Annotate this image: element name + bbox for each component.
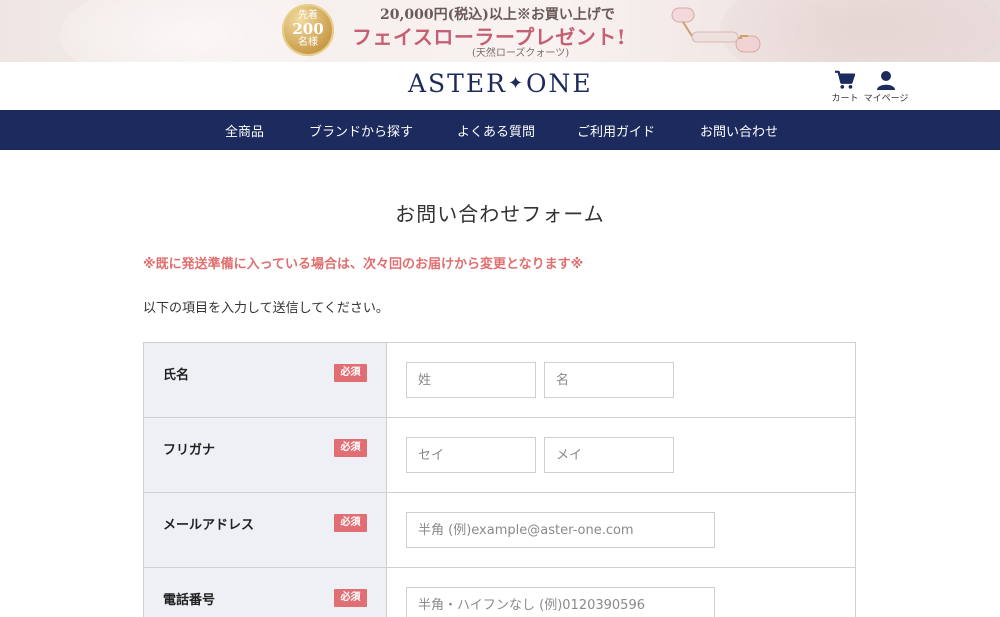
first-name-kana-input[interactable] bbox=[544, 437, 674, 473]
name-label: 氏名 bbox=[163, 368, 190, 383]
site-header: ASTER✦ONE カート マイページ bbox=[0, 62, 1000, 110]
required-badge: 必須 bbox=[334, 514, 367, 532]
form-row-email: メールアドレス 必須 bbox=[144, 493, 855, 568]
nav-item-faq[interactable]: よくある質問 bbox=[457, 121, 535, 140]
user-icon bbox=[877, 71, 895, 90]
phone-input[interactable] bbox=[406, 587, 715, 617]
email-label: メールアドレス bbox=[163, 518, 255, 533]
promo-subtext: (天然ローズクォーツ) bbox=[472, 48, 570, 59]
nav-item-brands[interactable]: ブランドから探す bbox=[309, 121, 413, 140]
email-input[interactable] bbox=[406, 512, 715, 548]
contact-form: 氏名 必須 フリガナ 必須 メールアドレス 必須 電話番号 必須 bbox=[143, 342, 856, 617]
cart-label: カート bbox=[831, 94, 859, 104]
badge-number: 200 bbox=[292, 20, 324, 38]
nav-item-guide[interactable]: ご利用ガイド bbox=[577, 121, 655, 140]
mypage-button[interactable]: マイページ bbox=[862, 70, 910, 104]
furigana-label: フリガナ bbox=[163, 443, 216, 458]
form-row-furigana: フリガナ 必須 bbox=[144, 418, 855, 493]
form-row-phone: 電話番号 必須 bbox=[144, 568, 855, 617]
shipping-notice: ※既に発送準備に入っている場合は、次々回のお届けから変更となります※ bbox=[143, 257, 584, 272]
form-row-name: 氏名 必須 bbox=[144, 343, 855, 418]
cart-button[interactable]: カート bbox=[829, 70, 861, 104]
label-cell: 電話番号 必須 bbox=[144, 568, 387, 617]
badge-bottom-text: 名様 bbox=[298, 37, 318, 48]
nav-item-all-products[interactable]: 全商品 bbox=[225, 121, 264, 140]
last-name-input[interactable] bbox=[406, 362, 536, 398]
last-name-kana-input[interactable] bbox=[406, 437, 536, 473]
main-nav: 全商品 ブランドから探す よくある質問 ご利用ガイド お問い合わせ bbox=[0, 110, 1000, 150]
mypage-label: マイページ bbox=[863, 94, 909, 104]
banner-marble-texture bbox=[60, 0, 320, 62]
required-badge: 必須 bbox=[334, 589, 367, 607]
first-name-input[interactable] bbox=[544, 362, 674, 398]
cart-icon bbox=[835, 70, 856, 89]
label-cell: 氏名 必須 bbox=[144, 343, 387, 417]
site-logo[interactable]: ASTER✦ONE bbox=[408, 69, 593, 98]
logo-star-icon: ✦ bbox=[507, 73, 526, 94]
limited-badge: 先着 200 名様 bbox=[282, 4, 334, 56]
promo-banner[interactable]: 先着 200 名様 20,000円(税込)以上※お買い上げで フェイスローラープ… bbox=[0, 0, 1000, 62]
face-roller-image bbox=[671, 7, 761, 53]
nav-item-contact[interactable]: お問い合わせ bbox=[700, 121, 778, 140]
phone-label: 電話番号 bbox=[163, 593, 216, 608]
label-cell: メールアドレス 必須 bbox=[144, 493, 387, 567]
form-instruction: 以下の項目を入力して送信してください。 bbox=[143, 301, 389, 316]
logo-text-right: ONE bbox=[526, 69, 593, 98]
required-badge: 必須 bbox=[334, 364, 367, 382]
page-title: お問い合わせフォーム bbox=[395, 202, 605, 226]
required-badge: 必須 bbox=[334, 439, 367, 457]
label-cell: フリガナ 必須 bbox=[144, 418, 387, 492]
logo-text-left: ASTER bbox=[408, 69, 507, 98]
